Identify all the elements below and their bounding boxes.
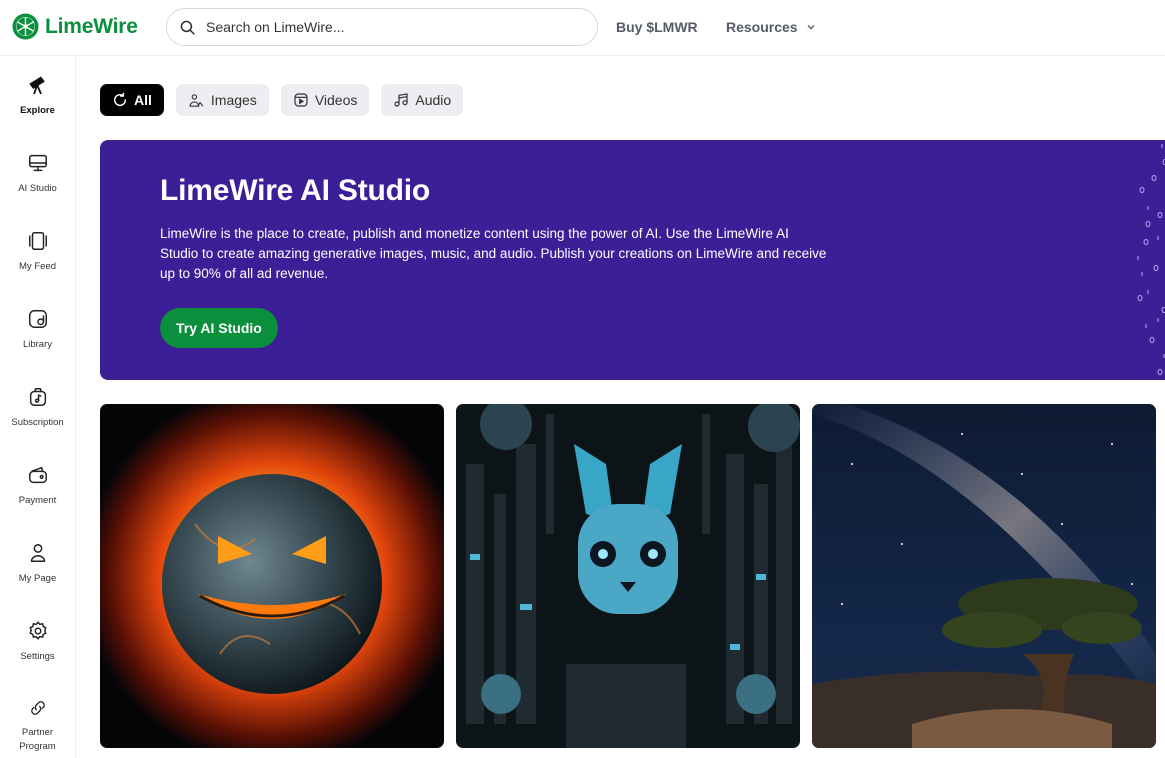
try-ai-studio-button[interactable]: Try AI Studio [160,308,278,348]
gallery-item-fiery-planet[interactable] [100,404,444,748]
gallery-item-cyber-rabbit[interactable] [456,404,800,748]
limewire-logo[interactable]: LimeWire [12,13,138,40]
video-icon [294,93,308,107]
sidebar-item-label: My Feed [19,261,56,272]
library-icon [28,310,47,328]
filter-tab-label: Images [210,92,257,108]
resources-menu[interactable]: Resources [726,19,816,35]
banner-title: LimeWire AI Studio [160,174,431,207]
sidebar-item-my-page[interactable]: My Page [0,528,75,598]
filter-tab-videos[interactable]: Videos [280,84,370,116]
sidebar-item-settings[interactable]: Settings [0,606,75,676]
sidebar-item-label: Subscription [11,417,64,428]
filter-tab-audio[interactable]: Audio [381,84,464,116]
wallet-icon [28,466,47,484]
refresh-icon [113,92,127,107]
binary-pattern-decoration [1137,144,1165,375]
buy-lmwr-link[interactable]: Buy $LMWR [616,19,698,35]
music-bag-icon [29,388,46,406]
lime-icon [12,13,39,40]
search-icon [180,20,195,35]
logo-text: LimeWire [45,14,138,38]
fiery-planet-image [100,404,444,748]
sidebar: Explore AI Studio My Feed Library Subscr… [0,56,76,758]
filter-tab-label: Audio [415,92,452,108]
feed-icon [28,232,47,250]
ai-studio-banner: LimeWire AI Studio LimeWire is the place… [100,140,1165,380]
monitor-icon [28,154,47,172]
sidebar-item-ai-studio[interactable]: AI Studio [0,138,75,208]
sidebar-item-subscription[interactable]: Subscription [0,372,75,442]
chevron-down-icon [807,24,815,30]
filter-tab-label: All [134,92,152,108]
link-icon [30,701,45,715]
image-icon [189,93,204,107]
top-bar: LimeWire Buy $LMWR Resources [0,0,1165,56]
sidebar-item-label: AI Studio [18,183,57,194]
sidebar-item-payment[interactable]: Payment [0,450,75,520]
featured-gallery [100,404,1156,748]
sidebar-item-label: Explore [20,105,55,116]
sidebar-item-label: My Page [18,573,57,584]
cyber-rabbit-image [456,404,800,748]
buy-lmwr-label: Buy $LMWR [616,19,698,35]
user-icon [30,544,45,562]
telescope-icon [28,76,45,95]
filter-tab-all[interactable]: All [100,84,164,116]
music-note-icon [394,93,408,107]
sidebar-item-label: Payment [18,495,57,506]
filter-tab-label: Videos [314,92,358,108]
content-filter-tabs: All Images Videos Audio [100,84,464,116]
sidebar-item-label: Partner Program [19,727,56,752]
sidebar-item-partner-program[interactable]: Partner Program [0,684,75,754]
milky-way-tree-image [812,404,1156,748]
gear-icon [28,621,47,640]
filter-tab-images[interactable]: Images [175,84,269,116]
search-bar[interactable] [166,8,598,46]
resources-label: Resources [726,19,798,35]
sidebar-item-label: Settings [20,651,55,662]
search-input[interactable] [206,19,576,35]
sidebar-item-explore[interactable]: Explore [0,60,75,130]
sidebar-item-my-feed[interactable]: My Feed [0,216,75,286]
sidebar-item-label: Library [22,339,53,350]
sidebar-item-library[interactable]: Library [0,294,75,364]
gallery-item-milky-way-tree[interactable] [812,404,1156,748]
banner-description: LimeWire is the place to create, publish… [160,226,827,281]
